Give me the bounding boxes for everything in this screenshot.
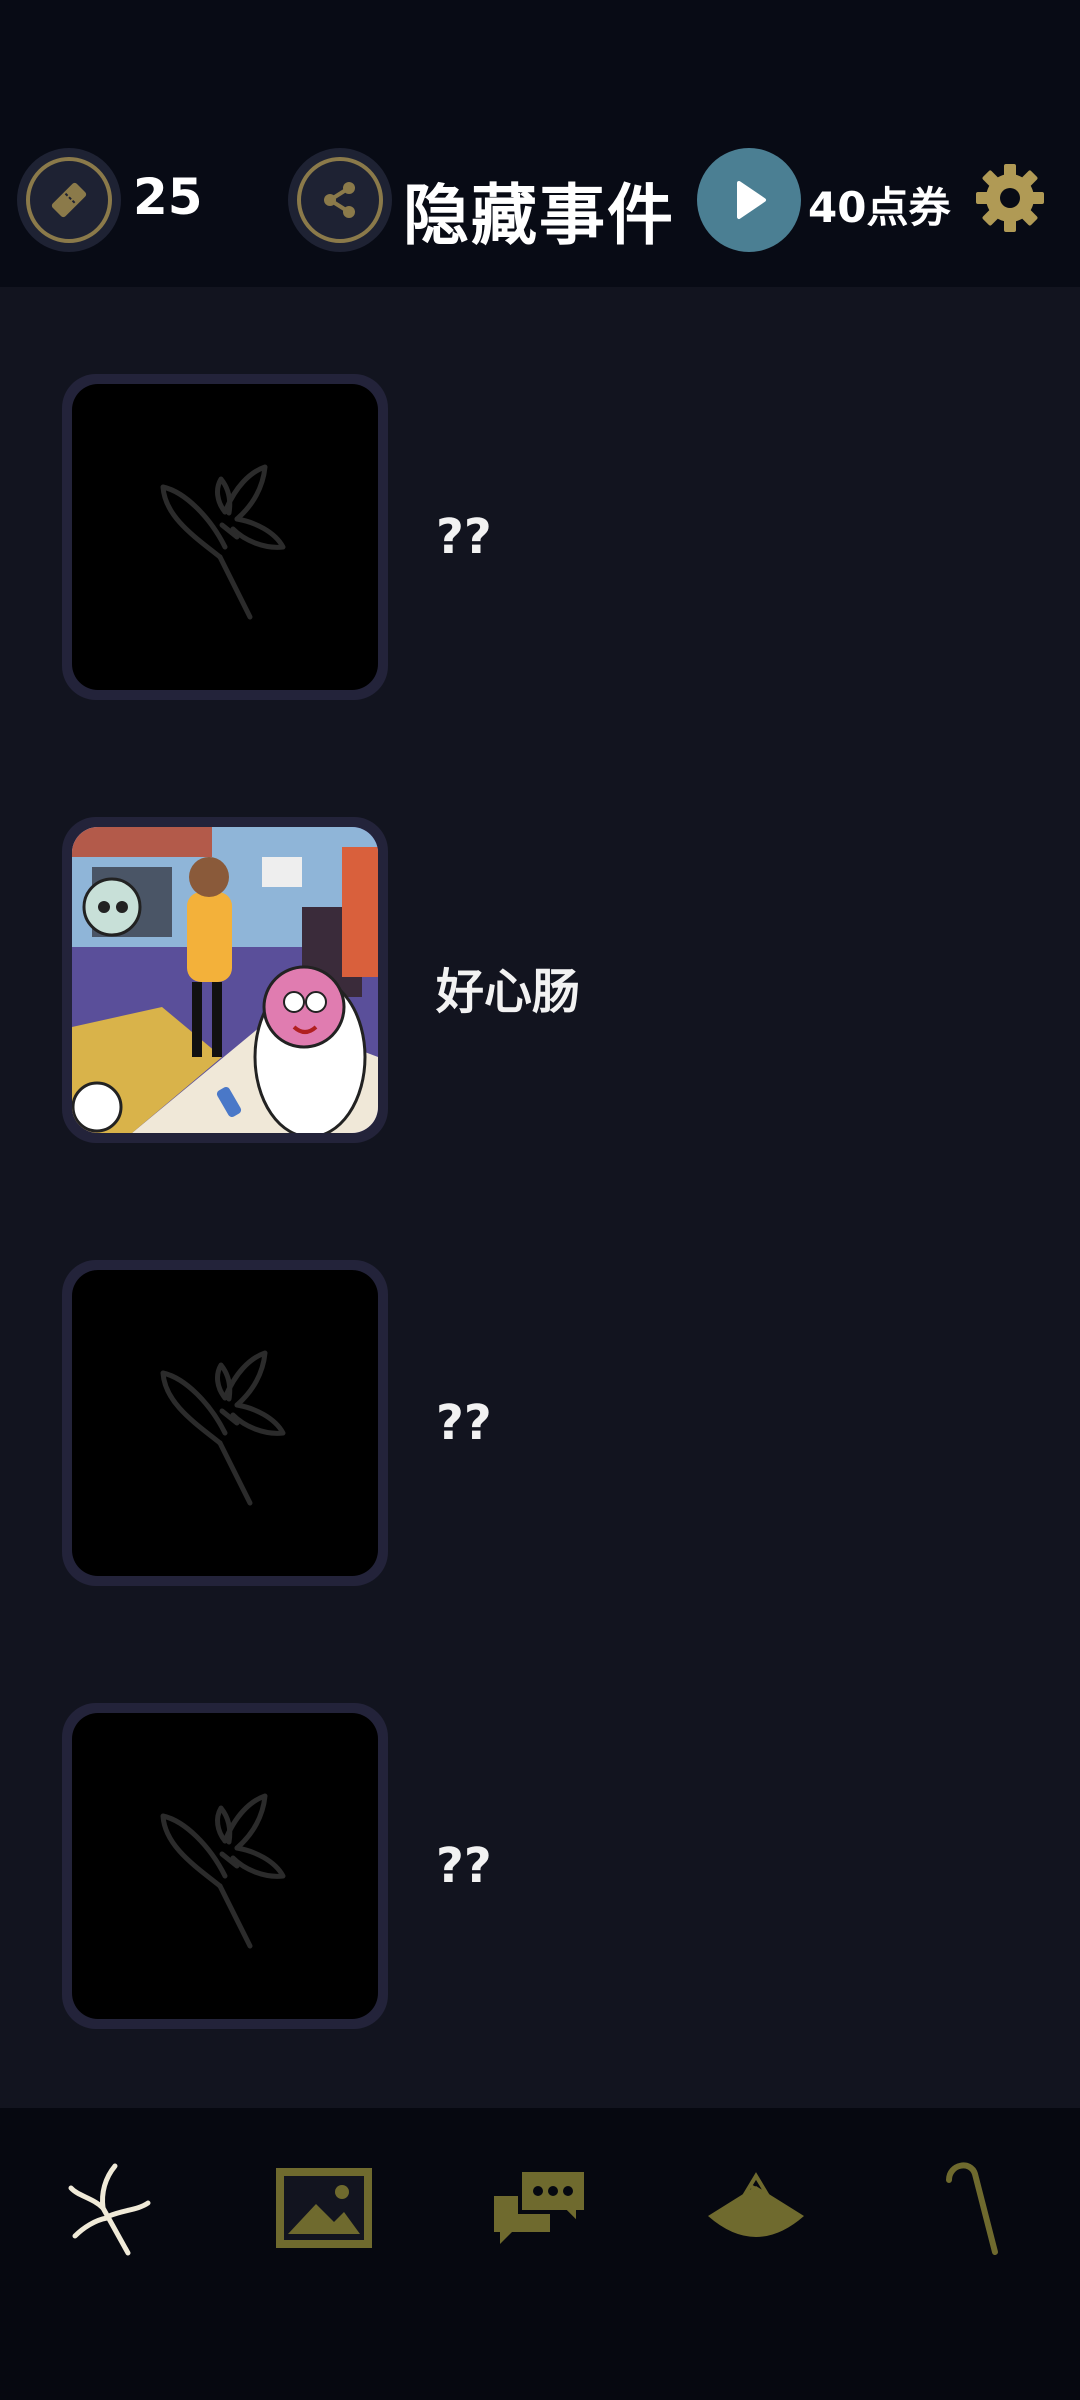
flower-silhouette-icon (160, 1350, 286, 1506)
flower-icon (68, 2163, 151, 2256)
event-label: 好心肠 (436, 964, 581, 1020)
event-row[interactable]: ?? (0, 1260, 1080, 1590)
gallery-icon (276, 2168, 372, 2248)
nav-chat[interactable] (480, 2148, 600, 2268)
chat-icon (494, 2168, 588, 2244)
flower-silhouette-icon (160, 464, 286, 620)
hat-icon (708, 2172, 804, 2237)
coupon-label[interactable]: 40点券 (808, 174, 950, 235)
ticket-button[interactable] (17, 148, 121, 252)
nav-cane[interactable] (912, 2148, 1032, 2268)
event-thumbnail[interactable] (62, 817, 388, 1143)
event-thumbnail[interactable] (62, 374, 388, 700)
ticket-count: 25 (133, 168, 203, 226)
event-label: ?? (436, 1838, 492, 1894)
top-bar: 25 隐藏事件 40点券 (0, 0, 1080, 287)
flower-silhouette-icon (160, 1793, 286, 1949)
event-thumbnail[interactable] (62, 1260, 388, 1586)
share-button[interactable] (288, 148, 392, 252)
page-title: 隐藏事件 (403, 177, 675, 254)
play-ad-button[interactable] (697, 148, 801, 252)
nav-hat[interactable] (696, 2148, 816, 2268)
event-label: ?? (436, 509, 492, 565)
share-icon (324, 182, 355, 218)
cartoon-scene-image (72, 827, 378, 1133)
gear-icon[interactable] (972, 160, 1048, 236)
bottom-nav (0, 2108, 1080, 2400)
event-label: ?? (436, 1395, 492, 1451)
event-row[interactable]: ?? (0, 1703, 1080, 2033)
nav-flower[interactable] (48, 2148, 168, 2268)
event-thumbnail[interactable] (62, 1703, 388, 2029)
event-row[interactable]: ?? (0, 374, 1080, 704)
ticket-icon (51, 182, 87, 218)
event-row[interactable]: 好心肠 (0, 817, 1080, 1147)
nav-gallery[interactable] (264, 2148, 384, 2268)
cane-icon (946, 2162, 998, 2255)
play-icon (737, 181, 766, 219)
